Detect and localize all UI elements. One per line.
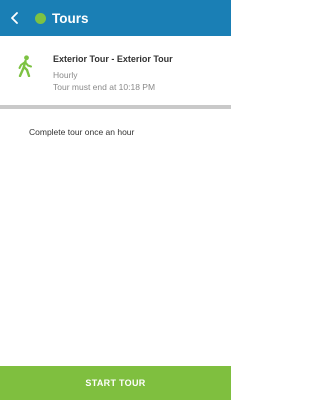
tour-instructions: Complete tour once an hour: [29, 127, 135, 137]
section-divider: [0, 105, 231, 109]
tour-name: Exterior Tour - Exterior Tour: [53, 54, 173, 64]
tour-frequency: Hourly: [53, 70, 78, 80]
walking-person-icon: [18, 55, 32, 77]
status-dot: [35, 12, 46, 24]
start-tour-button[interactable]: START TOUR: [0, 366, 231, 400]
tour-end-notice: Tour must end at 10:18 PM: [53, 82, 156, 92]
app-header: Tours: [0, 0, 231, 36]
tour-card: Exterior Tour - Exterior Tour Hourly Tou…: [0, 36, 231, 106]
back-button[interactable]: [10, 0, 28, 36]
chevron-left-icon: [11, 12, 18, 24]
page-title: Tours: [52, 10, 89, 26]
